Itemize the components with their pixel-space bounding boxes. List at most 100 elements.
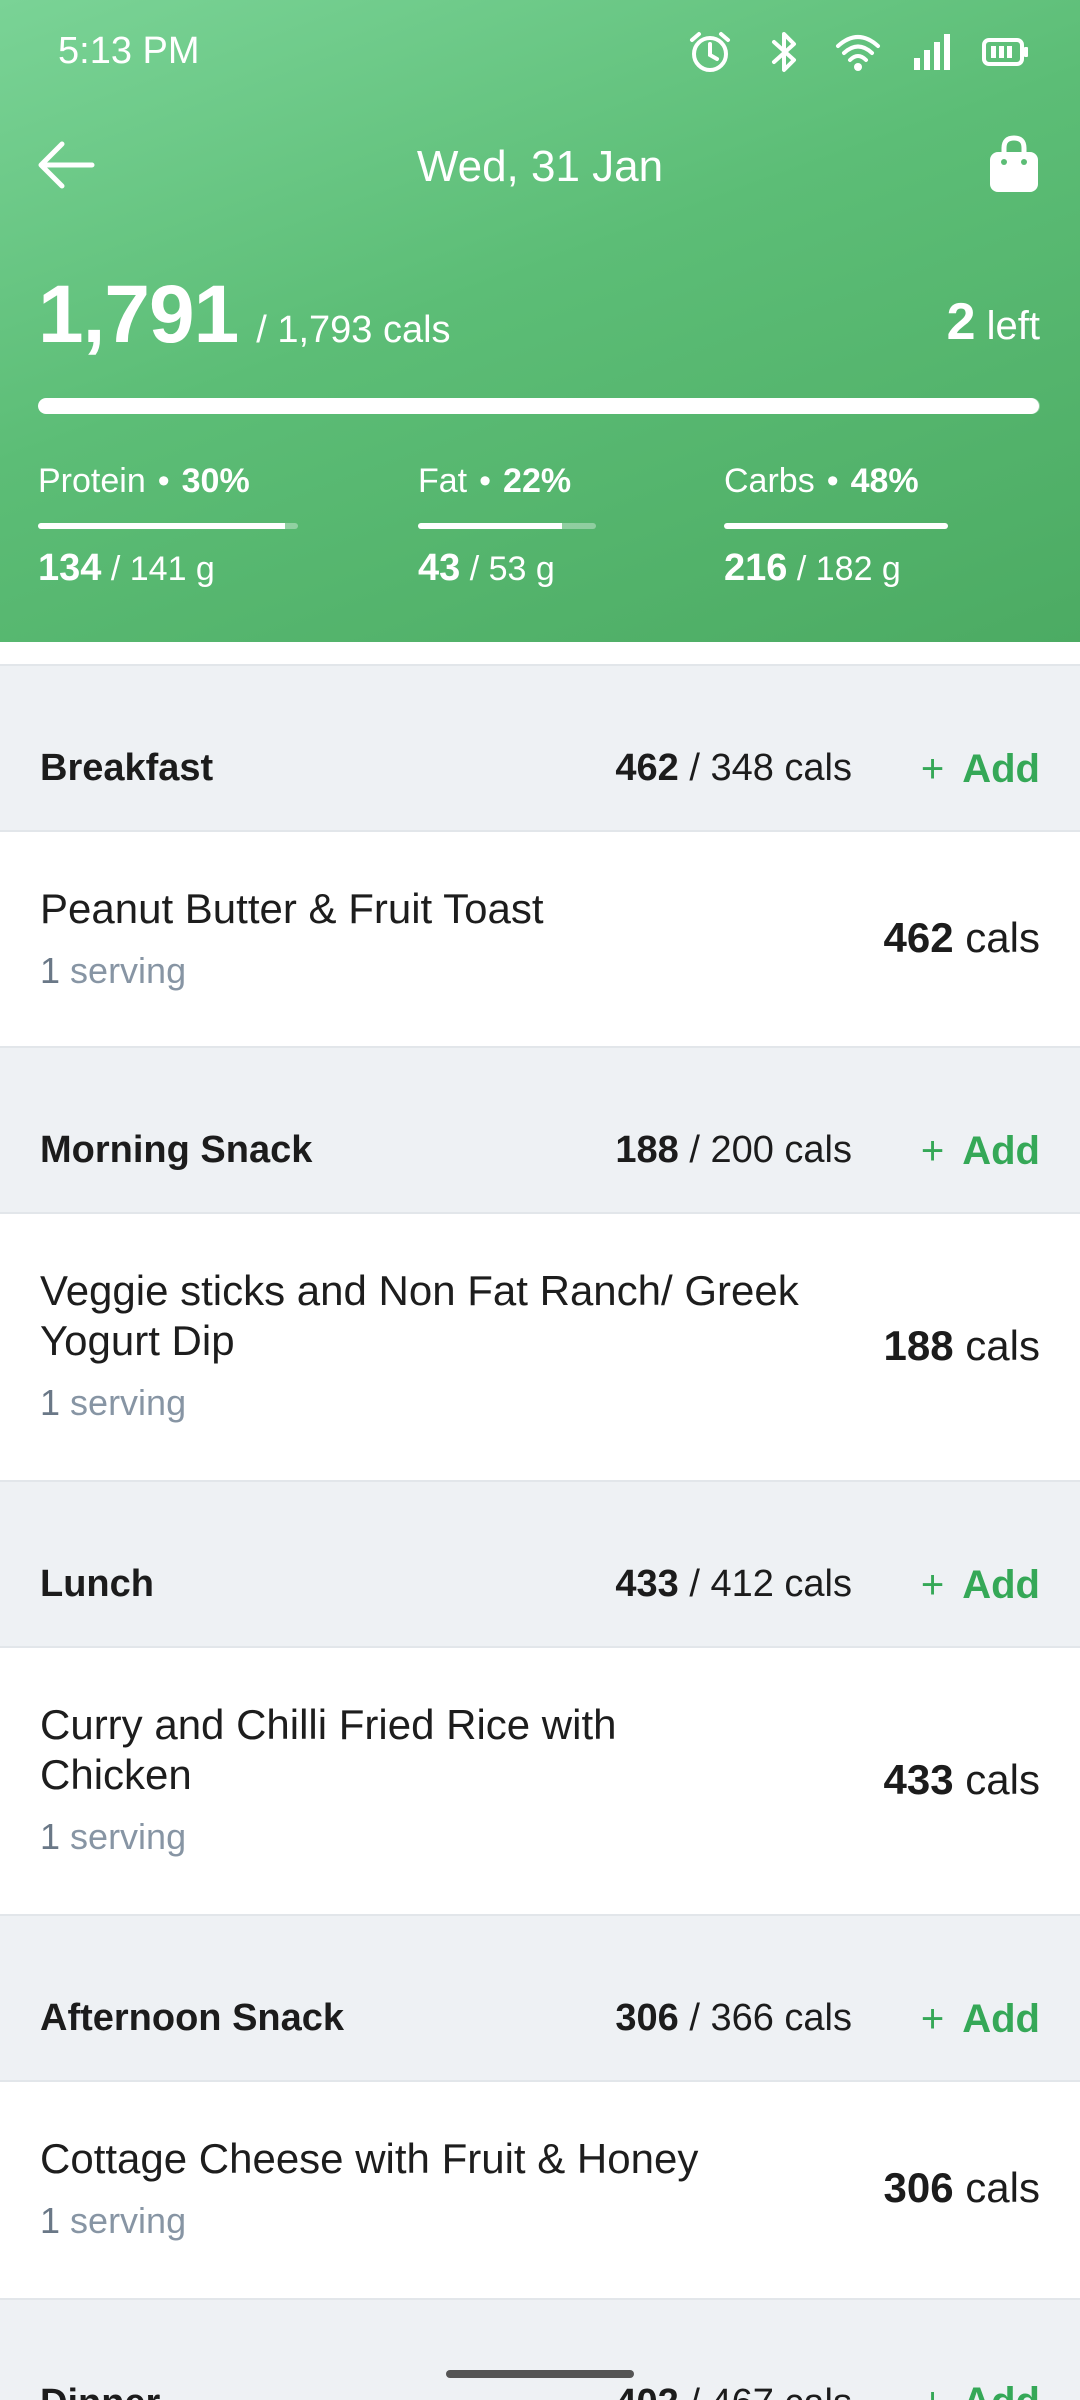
add-lunch-button[interactable]: + Add [921, 1563, 1040, 1608]
calories-left-label: left [986, 304, 1040, 348]
meal-calories: 462 / 348 cals [615, 747, 852, 790]
food-cals-value: 306 [883, 2164, 954, 2211]
food-item[interactable]: Peanut Butter & Fruit Toast 1 serving 46… [0, 832, 1080, 1046]
food-item[interactable]: Curry and Chilli Fried Rice with Chicken… [0, 1648, 1080, 1914]
meal-header-afternoon-snack: Afternoon Snack 306 / 366 cals + Add [0, 1914, 1080, 2082]
add-label: Add [962, 747, 1040, 791]
meal-header-breakfast: Breakfast 462 / 348 cals + Add [0, 664, 1080, 832]
food-calories: 462 cals [884, 914, 1040, 962]
macro-label: Fat • 22% [418, 462, 572, 500]
food-calories: 188 cals [884, 1322, 1040, 1370]
serving-qty: 1 [40, 1816, 61, 1857]
macro-name: Protein [38, 462, 146, 500]
macro-carbs: Carbs • 48% 216 / 182 g [724, 462, 948, 590]
add-label: Add [962, 1997, 1040, 2041]
serving-qty: 1 [40, 2200, 61, 2241]
food-serving: 1 serving [40, 1816, 186, 1858]
meal-calories: 402 / 467 cals [615, 2382, 852, 2400]
food-cals-value: 462 [883, 914, 954, 961]
bluetooth-icon [760, 28, 808, 76]
plus-icon: + [920, 747, 945, 791]
food-cals-value: 188 [883, 1322, 954, 1369]
macro-percent: 30% [181, 462, 250, 500]
add-label: Add [962, 1129, 1040, 1173]
macro-target: / 182 g [796, 550, 901, 588]
food-calories: 433 cals [884, 1756, 1040, 1804]
shopping-bag-icon[interactable] [986, 134, 1042, 194]
battery-icon [982, 28, 1030, 76]
plus-icon: + [920, 1997, 945, 2041]
meal-target: / 366 cals [689, 1997, 852, 2039]
plus-icon: + [920, 1129, 945, 1173]
serving-unit: serving [70, 1816, 187, 1857]
add-label: Add [962, 2380, 1040, 2400]
food-cals-unit: cals [965, 2164, 1040, 2211]
macro-amount: 134 [38, 547, 102, 589]
status-time: 5:13 PM [58, 30, 200, 72]
calories-target: / 1,793 cals [256, 309, 451, 351]
meal-calories: 188 / 200 cals [615, 1129, 852, 1172]
serving-qty: 1 [40, 950, 61, 991]
macro-value: 134 / 141 g [38, 547, 298, 590]
macro-fat: Fat • 22% 43 / 53 g [418, 462, 596, 590]
meal-consumed: 402 [615, 2382, 678, 2400]
food-serving: 1 serving [40, 2200, 186, 2242]
macro-label: Protein • 30% [38, 462, 250, 500]
meal-name: Breakfast [40, 747, 214, 789]
food-cals-value: 433 [883, 1756, 954, 1803]
meal-list: Breakfast 462 / 348 cals + Add Peanut But… [0, 664, 1080, 2400]
status-bar: 5:13 PM [0, 0, 1080, 110]
food-item[interactable]: Veggie sticks and Non Fat Ranch/ Greek Y… [0, 1214, 1080, 1480]
macro-progress-bar [724, 523, 948, 529]
summary-header: 5:13 PM Wed, 31 Jan 1,791 / 1,793 cals 2… [0, 0, 1080, 642]
food-name: Peanut Butter & Fruit Toast [40, 885, 544, 932]
macro-label: Carbs • 48% [724, 462, 919, 500]
plus-icon: + [921, 2380, 944, 2400]
calories-consumed: 1,791 [38, 269, 239, 360]
add-breakfast-button[interactable]: + Add [921, 747, 1040, 792]
meal-target: / 200 cals [689, 1129, 852, 1171]
macro-progress-fill [418, 523, 563, 529]
macro-protein: Protein • 30% 134 / 141 g [38, 462, 298, 590]
macro-name: Carbs [724, 462, 815, 500]
alarm-icon [686, 28, 734, 76]
macro-progress-fill [38, 523, 285, 529]
add-morning-snack-button[interactable]: + Add [921, 1129, 1040, 1174]
food-calories: 306 cals [884, 2164, 1040, 2212]
food-item[interactable]: Cottage Cheese with Fruit & Honey 1 serv… [0, 2082, 1080, 2298]
food-cals-unit: cals [965, 1322, 1040, 1369]
macro-name: Fat [418, 462, 468, 500]
macro-progress-fill [724, 523, 948, 529]
macro-amount: 43 [418, 547, 461, 589]
plus-icon: + [920, 1563, 945, 1607]
meal-header-lunch: Lunch 433 / 412 cals + Add [0, 1480, 1080, 1648]
add-afternoon-snack-button[interactable]: + Add [921, 1997, 1040, 2042]
meal-name: Morning Snack [40, 1129, 313, 1171]
meal-target: / 467 cals [689, 2382, 852, 2400]
meal-target: / 348 cals [689, 747, 852, 789]
calories-left-value: 2 [946, 293, 976, 351]
food-name: Curry and Chilli Fried Rice with Chicken [40, 1701, 617, 1798]
food-name: Veggie sticks and Non Fat Ranch/ Greek Y… [40, 1267, 799, 1364]
macro-value: 216 / 182 g [724, 547, 948, 590]
meal-header-morning-snack: Morning Snack 188 / 200 cals + Add [0, 1046, 1080, 1214]
home-indicator[interactable] [446, 2370, 634, 2378]
meal-calories: 433 / 412 cals [615, 1563, 852, 1606]
meal-name: Lunch [40, 1563, 154, 1605]
date-title[interactable]: Wed, 31 Jan [0, 142, 1080, 192]
meal-calories: 306 / 366 cals [615, 1997, 852, 2040]
signal-icon [908, 28, 956, 76]
calories-left: 2 left [947, 292, 1040, 352]
serving-unit: serving [70, 2200, 187, 2241]
food-cals-unit: cals [965, 1756, 1040, 1803]
add-dinner-button[interactable]: + Add [921, 2380, 1040, 2400]
food-name: Cottage Cheese with Fruit & Honey [40, 2135, 699, 2182]
meal-target: / 412 cals [689, 1563, 852, 1605]
food-cals-unit: cals [965, 914, 1040, 961]
meal-consumed: 433 [615, 1563, 679, 1605]
macro-amount: 216 [724, 547, 788, 589]
macro-percent: 48% [850, 462, 919, 500]
meal-name: Dinner [40, 2382, 160, 2400]
calories-progress-fill [38, 398, 1039, 414]
serving-qty: 1 [40, 1382, 61, 1423]
